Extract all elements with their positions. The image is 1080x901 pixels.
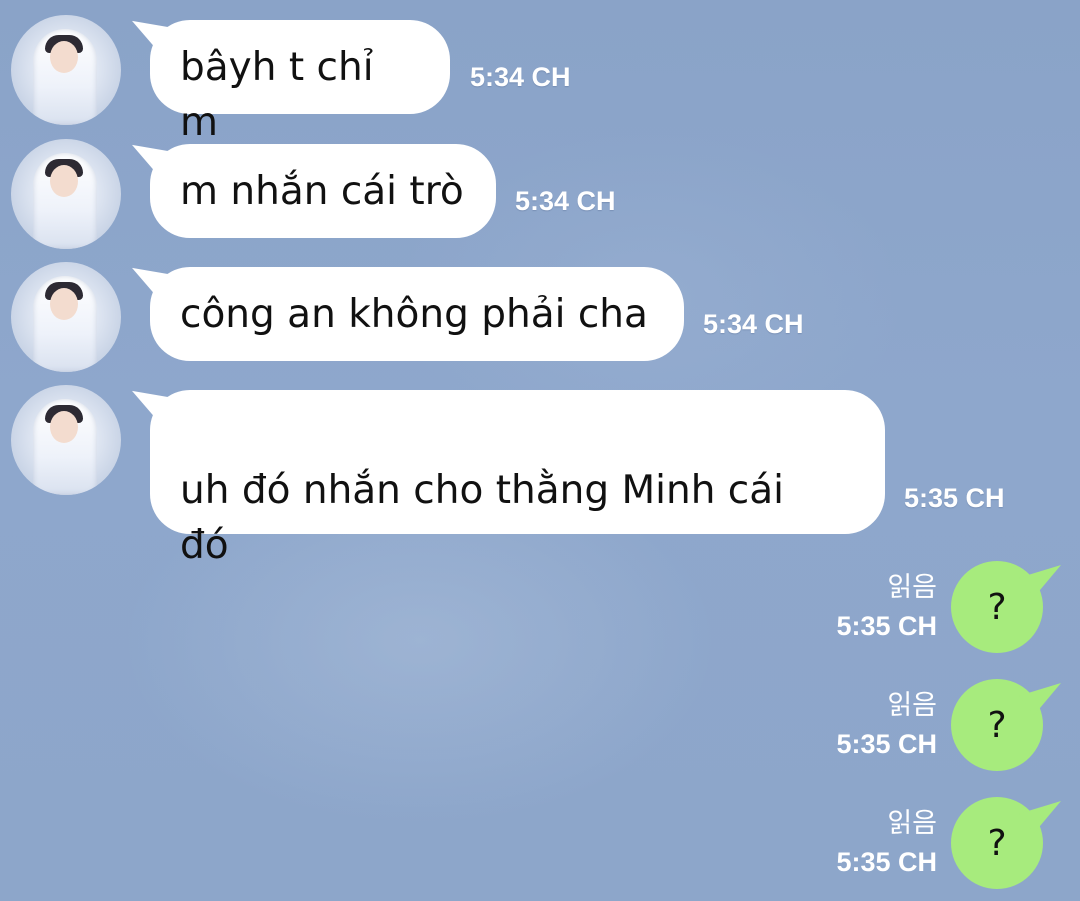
message-bubble[interactable]: ? [951, 797, 1043, 889]
read-receipt: 읽음 [887, 690, 937, 721]
message-bubble[interactable]: ? [951, 561, 1043, 653]
avatar-face-shape [50, 288, 78, 320]
contact-avatar[interactable] [11, 15, 121, 125]
avatar-face-shape [50, 41, 78, 73]
message-text: ? [987, 586, 1007, 628]
message-time: 5:34 CH [470, 62, 571, 92]
contact-avatar[interactable] [11, 139, 121, 249]
message-bubble[interactable]: m nhắn cái trò [150, 144, 496, 238]
message-text: công an không phải cha [180, 292, 648, 337]
avatar-face-shape [50, 411, 78, 443]
message-text: uh đó nhắn cho thằng Minh cái đó [180, 468, 784, 568]
message-time: 5:34 CH [703, 309, 804, 339]
message-text: m nhắn cái trò [180, 169, 464, 214]
contact-avatar[interactable] [11, 385, 121, 495]
message-bubble[interactable]: công an không phải cha [150, 267, 684, 361]
message-time: 5:35 CH [836, 847, 937, 877]
message-time: 5:34 CH [515, 186, 616, 216]
message-bubble[interactable]: ? [951, 679, 1043, 771]
message-text: bâyh t chỉ m [180, 45, 374, 145]
message-bubble[interactable]: uh đó nhắn cho thằng Minh cái đó [150, 390, 885, 568]
message-text: ? [987, 704, 1007, 746]
message-time: 5:35 CH [836, 611, 937, 641]
read-receipt: 읽음 [887, 808, 937, 839]
contact-avatar[interactable] [11, 262, 121, 372]
message-bubble[interactable]: bâyh t chỉ m [150, 20, 450, 145]
read-receipt: 읽음 [887, 572, 937, 603]
message-text: ? [987, 822, 1007, 864]
chat-view: bâyh t chỉ m 5:34 CH m nhắn cái trò 5:34… [0, 0, 1080, 901]
message-time: 5:35 CH [836, 729, 937, 759]
avatar-face-shape [50, 165, 78, 197]
message-time: 5:35 CH [904, 483, 1005, 513]
